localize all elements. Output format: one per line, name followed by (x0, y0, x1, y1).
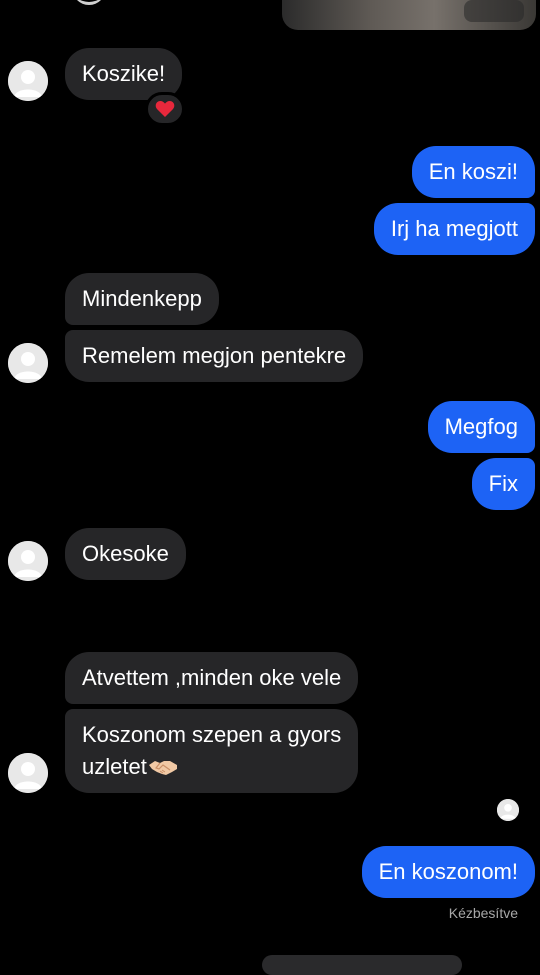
default-avatar-icon (497, 799, 519, 821)
contact-avatar[interactable] (8, 343, 48, 383)
contact-avatar[interactable] (8, 753, 48, 793)
default-avatar-icon (8, 753, 48, 793)
message-text-line: uzletet (82, 751, 341, 783)
message-text: Irj ha megjott (390, 216, 518, 241)
message-text: uzletet (82, 754, 147, 779)
contact-avatar[interactable] (8, 61, 48, 101)
outgoing-message[interactable]: En koszi! (411, 146, 535, 198)
partial-avatar (72, 0, 106, 5)
default-avatar-icon (8, 541, 48, 581)
message-text: En koszonom! (378, 859, 518, 884)
handshake-icon (148, 761, 177, 775)
incoming-message[interactable]: Remelem megjon pentekre (65, 330, 364, 382)
message-text: Okesoke (82, 541, 169, 566)
incoming-message[interactable]: Okesoke (65, 528, 186, 580)
message-text: Remelem megjon pentekre (82, 343, 347, 368)
message-text-line: Koszonom szepen a gyors (82, 722, 342, 747)
message-text: Megfog (444, 414, 518, 439)
default-avatar-icon (8, 61, 48, 101)
message-text: Atvettem ,minden oke vele (82, 665, 342, 690)
photo-overlay-button[interactable] (464, 0, 524, 22)
seen-avatar (497, 799, 519, 821)
outgoing-message[interactable]: Megfog (427, 401, 535, 453)
incoming-message[interactable]: Mindenkepp (65, 273, 219, 325)
partial-element (262, 955, 462, 975)
incoming-message[interactable]: Koszonom szepen a gyors uzletet (65, 709, 359, 793)
message-text: Mindenkepp (82, 286, 202, 311)
message-reaction[interactable] (145, 92, 185, 126)
outgoing-message[interactable]: En koszonom! (361, 846, 535, 898)
default-avatar-icon (8, 343, 48, 383)
incoming-message[interactable]: Atvettem ,minden oke vele (65, 652, 359, 704)
message-text: Fix (488, 471, 518, 496)
contact-avatar[interactable] (8, 541, 48, 581)
outgoing-message[interactable]: Irj ha megjott (373, 203, 535, 255)
outgoing-message[interactable]: Fix (471, 458, 535, 510)
delivery-status: Kézbesítve (448, 905, 518, 921)
message-text: En koszi! (428, 159, 518, 184)
message-text: Koszike! (82, 61, 166, 86)
shared-photo-message[interactable] (282, 0, 536, 30)
heart-icon (155, 101, 175, 117)
